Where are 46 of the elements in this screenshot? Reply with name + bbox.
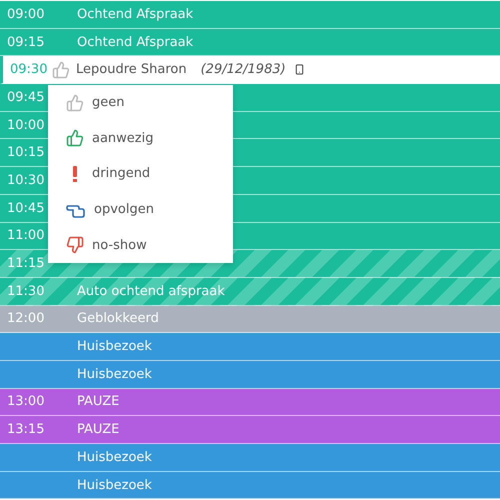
slot-time: 13:15 <box>6 422 46 438</box>
patient-name: Lepoudre Sharon <box>76 62 187 78</box>
appointment-title: Huisbezoek <box>77 366 152 382</box>
slot-time: 11:00 <box>6 228 46 244</box>
status-label: geen <box>92 95 124 110</box>
slot-time: 11:30 <box>6 284 46 299</box>
time-slot[interactable]: Huisbezoek <box>0 360 500 389</box>
time-slot[interactable]: 13:15 PAUZE <box>0 416 500 444</box>
exclamation-icon <box>73 166 77 182</box>
phone-icon <box>294 64 305 76</box>
thumbs-down-icon <box>66 236 84 254</box>
time-slot[interactable]: Huisbezoek <box>0 444 500 472</box>
time-slot[interactable]: 11:30 Auto ochtend afspraak <box>0 278 500 306</box>
slot-time: 10:45 <box>6 200 46 216</box>
appointment-title: Huisbezoek <box>77 478 152 493</box>
slot-time: 10:30 <box>6 172 46 188</box>
slot-time: 09:45 <box>6 90 46 105</box>
slot-time: 10:15 <box>6 145 46 160</box>
thumbs-up-icon <box>66 129 84 148</box>
status-label: no-show <box>92 238 147 253</box>
status-label: dringend <box>92 166 150 182</box>
appointment-title: Ochtend Afspraak <box>77 34 194 50</box>
appointment-title: Geblokkeerd <box>77 311 159 326</box>
thumbs-up-icon <box>66 94 84 112</box>
appointment-title: Auto ochtend afspraak <box>77 284 225 299</box>
birth-date: (29/12/1983) <box>200 62 286 78</box>
appointment-title: Huisbezoek <box>77 450 152 465</box>
slot-time: 09:30 <box>9 62 48 78</box>
appointment-title: PAUZE <box>77 394 120 410</box>
thumbs-up-icon[interactable] <box>52 60 70 79</box>
time-slot[interactable]: Huisbezoek <box>0 333 500 361</box>
appointment-title: Huisbezoek <box>77 339 152 354</box>
time-slot[interactable]: 12:00 Geblokkeerd <box>0 306 500 334</box>
slot-time: 12:00 <box>6 311 46 326</box>
slot-time: 11:15 <box>6 256 46 272</box>
appointment-title: PAUZE <box>77 422 120 438</box>
status-label: opvolgen <box>94 202 154 218</box>
appointment-title: Ochtend Afspraak <box>77 6 194 22</box>
slot-time: 09:00 <box>6 6 46 22</box>
time-slot[interactable]: 09:00 Ochtend Afspraak <box>0 1 500 29</box>
time-slot[interactable]: 09:15 Ochtend Afspraak <box>0 28 500 56</box>
slot-time: 13:00 <box>6 394 46 410</box>
slot-time: 09:15 <box>6 34 46 50</box>
time-slot[interactable]: Huisbezoek <box>0 472 500 500</box>
slot-time: 10:00 <box>6 118 46 133</box>
time-slot[interactable]: 13:00 PAUZE <box>0 388 500 416</box>
